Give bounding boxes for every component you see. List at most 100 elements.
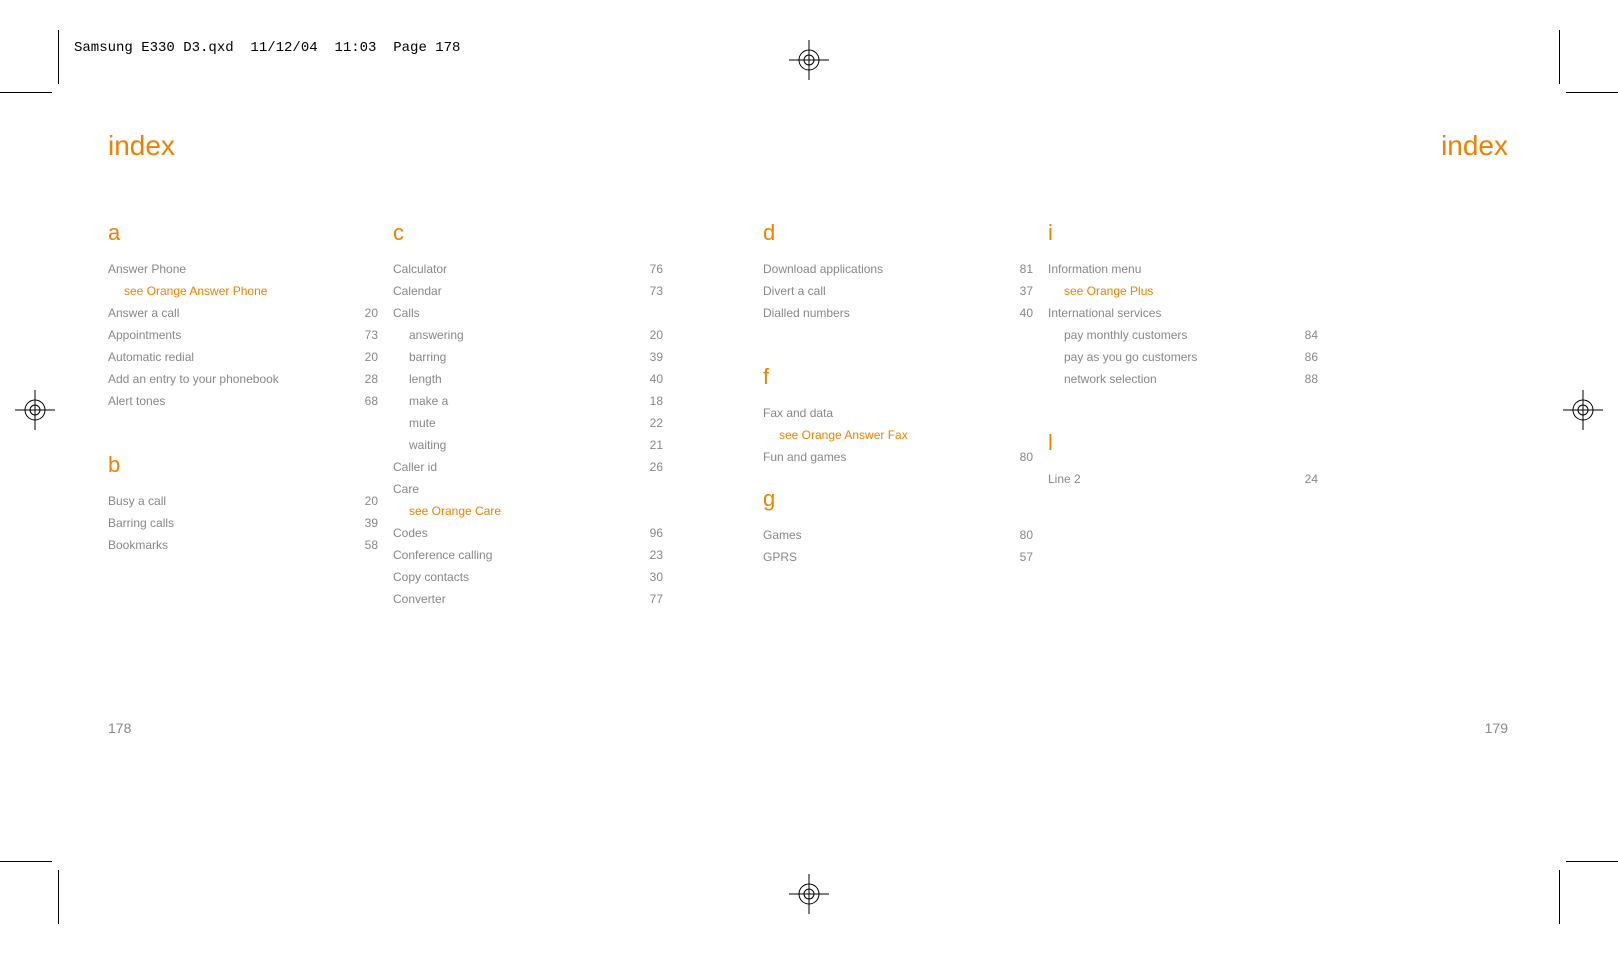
index-entry-label: Answer Phone xyxy=(108,258,348,280)
index-entry-page: 23 xyxy=(633,544,663,566)
index-entry-label: Fax and data xyxy=(763,402,1003,424)
index-entry-label: Fun and games xyxy=(763,446,1003,468)
index-entry: waiting21 xyxy=(393,434,663,456)
index-entry-label: Information menu xyxy=(1048,258,1288,280)
index-entry-label: waiting xyxy=(393,434,633,456)
index-entry-page: 18 xyxy=(633,390,663,412)
index-entry: pay monthly customers84 xyxy=(1048,324,1318,346)
index-entry: Calendar73 xyxy=(393,280,663,302)
index-entry-page: 81 xyxy=(1003,258,1033,280)
index-column-4: i Information menusee Orange PlusInterna… xyxy=(1048,220,1318,490)
index-entry: Appointments73 xyxy=(108,324,378,346)
index-entry: Download applications81 xyxy=(763,258,1033,280)
index-entry: see Orange Answer Fax xyxy=(763,424,1033,446)
index-entry-page: 40 xyxy=(1003,302,1033,324)
index-entry: barring39 xyxy=(393,346,663,368)
page-title-right: index xyxy=(1441,130,1508,162)
index-entry-page xyxy=(348,258,378,280)
index-entry-page: 26 xyxy=(633,456,663,478)
index-entry-label: answering xyxy=(393,324,633,346)
index-letter: g xyxy=(763,486,1033,512)
index-entry-label: Divert a call xyxy=(763,280,1003,302)
index-entry-page: 73 xyxy=(633,280,663,302)
index-group: Line 224 xyxy=(1048,468,1318,490)
index-entry-page: 40 xyxy=(633,368,663,390)
index-letter: c xyxy=(393,220,663,246)
index-entry-page: 22 xyxy=(633,412,663,434)
page-number-left: 178 xyxy=(108,720,131,736)
index-entry-label: Busy a call xyxy=(108,490,348,512)
index-entry-label: Appointments xyxy=(108,324,348,346)
index-entry-page: 96 xyxy=(633,522,663,544)
index-entry-label: network selection xyxy=(1048,368,1288,390)
index-entry-label: Download applications xyxy=(763,258,1003,280)
index-group: Calculator76Calendar73Callsanswering20ba… xyxy=(393,258,663,610)
index-entry-page: 30 xyxy=(633,566,663,588)
index-entry: Line 224 xyxy=(1048,468,1318,490)
index-column-3: d Download applications81Divert a call37… xyxy=(763,220,1033,568)
index-entry: Copy contacts30 xyxy=(393,566,663,588)
index-entry-page: 80 xyxy=(1003,524,1033,546)
crop-mark xyxy=(58,30,59,84)
index-xref: see Orange Plus xyxy=(1048,280,1288,302)
index-entry: Converter77 xyxy=(393,588,663,610)
index-entry: Answer Phone xyxy=(108,258,378,280)
index-entry-label: Bookmarks xyxy=(108,534,348,556)
crop-mark xyxy=(1566,861,1618,862)
index-column-2: c Calculator76Calendar73Callsanswering20… xyxy=(393,220,663,610)
index-entry: Codes96 xyxy=(393,522,663,544)
index-entry: Busy a call20 xyxy=(108,490,378,512)
page-title-left: index xyxy=(108,130,175,162)
index-entry-label: Codes xyxy=(393,522,633,544)
index-entry-label: Care xyxy=(393,478,633,500)
index-entry-label: Answer a call xyxy=(108,302,348,324)
index-entry-label: Copy contacts xyxy=(393,566,633,588)
index-entry-page: 24 xyxy=(1288,468,1318,490)
index-group: Games80GPRS57 xyxy=(763,524,1033,568)
index-entry-label: pay monthly customers xyxy=(1048,324,1288,346)
index-entry: Fun and games80 xyxy=(763,446,1033,468)
index-entry-page: 39 xyxy=(348,512,378,534)
index-entry-label: Barring calls xyxy=(108,512,348,534)
registration-mark-icon xyxy=(789,874,829,914)
index-entry: see Orange Plus xyxy=(1048,280,1318,302)
index-entry: Conference calling23 xyxy=(393,544,663,566)
index-entry-label: Calls xyxy=(393,302,633,324)
index-entry-label: Converter xyxy=(393,588,633,610)
index-letter: d xyxy=(763,220,1033,246)
index-entry: Alert tones68 xyxy=(108,390,378,412)
crop-mark xyxy=(1559,30,1560,84)
index-entry-label: pay as you go customers xyxy=(1048,346,1288,368)
index-entry-label: make a xyxy=(393,390,633,412)
index-letter: f xyxy=(763,364,1033,390)
index-entry-page: 68 xyxy=(348,390,378,412)
index-group: Download applications81Divert a call37Di… xyxy=(763,258,1033,324)
index-entry: pay as you go customers86 xyxy=(1048,346,1318,368)
index-entry-label: International services xyxy=(1048,302,1288,324)
registration-mark-icon xyxy=(789,40,829,80)
index-entry-page xyxy=(1003,402,1033,424)
index-entry-page: 21 xyxy=(633,434,663,456)
index-entry-label: mute xyxy=(393,412,633,434)
index-entry-page: 77 xyxy=(633,588,663,610)
index-entry: Divert a call37 xyxy=(763,280,1033,302)
index-entry-label: Add an entry to your phonebook xyxy=(108,368,348,390)
index-entry: mute22 xyxy=(393,412,663,434)
index-entry-page: 88 xyxy=(1288,368,1318,390)
index-entry-page: 28 xyxy=(348,368,378,390)
index-entry: Add an entry to your phonebook28 xyxy=(108,368,378,390)
index-group: Busy a call20Barring calls39Bookmarks58 xyxy=(108,490,378,556)
index-entry-label: Alert tones xyxy=(108,390,348,412)
index-entry-label: Automatic redial xyxy=(108,346,348,368)
index-group: Answer Phonesee Orange Answer PhoneAnswe… xyxy=(108,258,378,412)
index-entry: answering20 xyxy=(393,324,663,346)
index-entry: Automatic redial20 xyxy=(108,346,378,368)
index-entry-page: 73 xyxy=(348,324,378,346)
index-entry-page xyxy=(1288,302,1318,324)
index-entry-label: GPRS xyxy=(763,546,1003,568)
index-entry-label: Calculator xyxy=(393,258,633,280)
index-entry: Calculator76 xyxy=(393,258,663,280)
index-entry-label: Dialled numbers xyxy=(763,302,1003,324)
index-entry: Care xyxy=(393,478,663,500)
page-number-right: 179 xyxy=(1485,720,1508,736)
